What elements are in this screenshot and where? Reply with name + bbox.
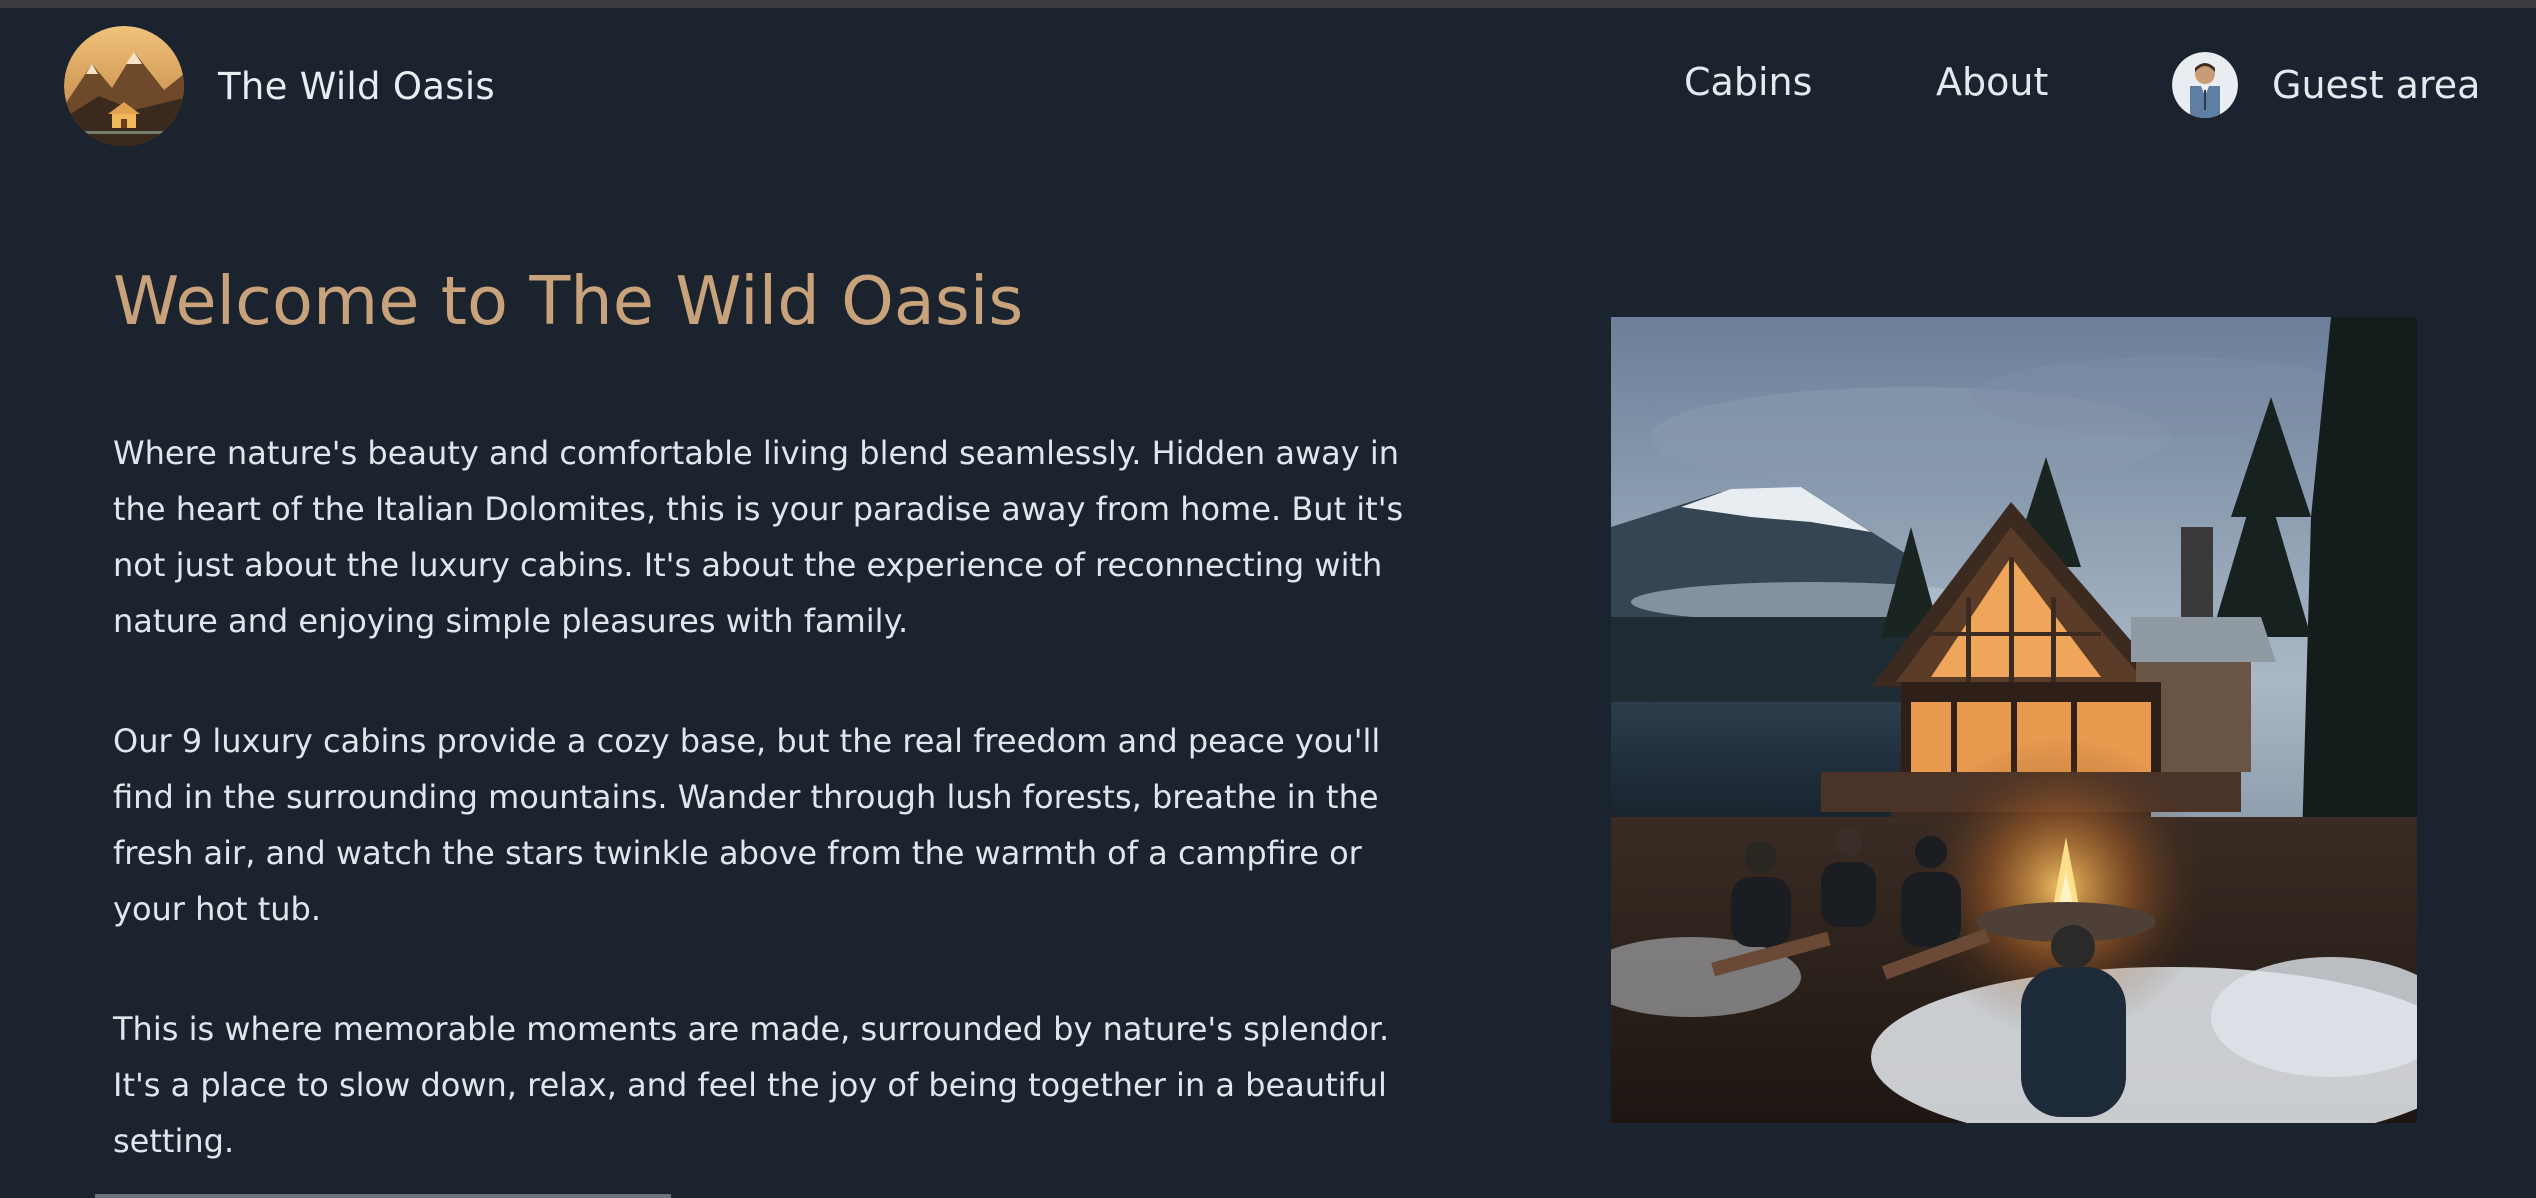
nav-about-link[interactable]: About	[1936, 60, 2048, 104]
browser-top-border	[0, 0, 2536, 8]
nav-guest-area-link[interactable]: Guest area	[2172, 52, 2480, 118]
guest-area-label: Guest area	[2272, 63, 2481, 107]
moments-paragraph: This is where memorable moments are made…	[113, 1010, 1390, 1160]
cabins-paragraph: Our 9 luxury cabins provide a cozy base,…	[113, 722, 1381, 928]
page-title: Welcome to The Wild Oasis	[113, 262, 1024, 340]
nav-cabins-link[interactable]: Cabins	[1684, 60, 1812, 104]
user-avatar-icon	[2172, 52, 2238, 118]
intro-paragraph: Where nature's beauty and comfortable li…	[113, 434, 1404, 640]
site-header: The Wild Oasis Cabins About Guest area	[0, 8, 2536, 158]
main-nav: Cabins About Guest area	[0, 8, 2536, 158]
cabin-campfire-image	[1611, 317, 2417, 1123]
horizontal-scroll-hint	[95, 1194, 671, 1198]
